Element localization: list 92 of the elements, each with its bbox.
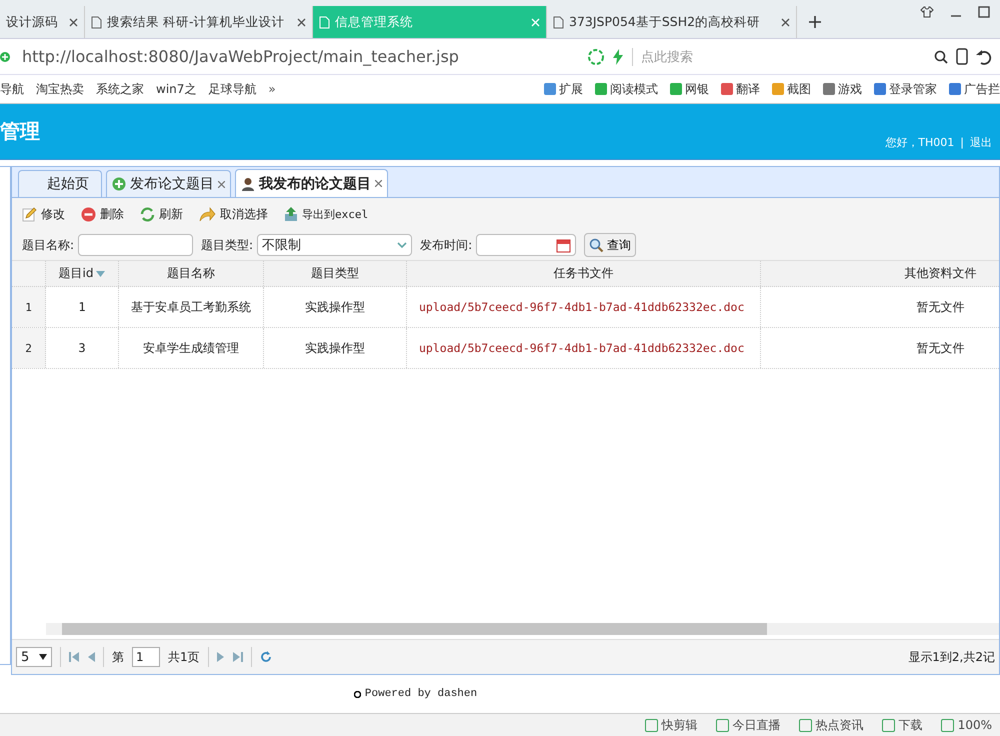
page-tab[interactable]: 发布论文题目 [106, 170, 231, 197]
export-icon [284, 206, 298, 222]
maximize-icon[interactable] [978, 6, 990, 18]
extension-button[interactable]: 截图 [772, 80, 811, 98]
field-label: 题目名称: [22, 236, 74, 254]
field-label: 发布时间: [420, 236, 472, 254]
table-cell: 实践操作型 [264, 287, 407, 327]
toolbar-button[interactable]: 修改 [22, 206, 65, 222]
query-button[interactable]: 查询 [584, 233, 636, 257]
page-total: 共1页 [168, 648, 200, 666]
table-cell: 安卓学生成绩管理 [119, 328, 264, 368]
minus-circle-icon [81, 206, 96, 222]
page-icon [319, 16, 330, 28]
user-icon [241, 176, 255, 190]
toolbar-button[interactable]: 删除 [81, 206, 124, 222]
greeting-text: 您好，TH001 [885, 135, 954, 150]
page-icon [91, 16, 102, 28]
extension-button[interactable]: 广告拦 [949, 80, 1000, 98]
horizontal-scrollbar[interactable] [46, 623, 999, 635]
table-cell: 3 [46, 328, 119, 368]
row-number: 2 [12, 328, 46, 368]
extension-button[interactable]: 扩展 [544, 80, 583, 98]
extension-button[interactable]: 翻译 [721, 80, 760, 98]
calendar-icon[interactable] [556, 238, 572, 252]
status-item[interactable]: 快剪辑 [644, 716, 698, 734]
extension-button[interactable]: 登录管家 [874, 80, 937, 98]
pencil-icon [22, 206, 37, 222]
field-label: 题目类型: [201, 236, 254, 254]
more-bookmarks-button[interactable]: » [268, 82, 276, 96]
undo-icon[interactable] [976, 48, 992, 64]
column-header[interactable]: 题目名称 [119, 261, 264, 286]
refresh-icon [140, 206, 155, 222]
footer-text: Powered by dashen [364, 688, 478, 700]
close-icon[interactable] [375, 180, 382, 187]
table-cell: 暂无文件 [761, 287, 1000, 327]
status-item[interactable]: 今日直播 [716, 716, 781, 734]
bookmark-link[interactable]: win7之 [156, 80, 196, 98]
close-icon[interactable] [297, 18, 306, 26]
dropdown-arrow-icon [39, 654, 47, 660]
column-header[interactable]: 题目id [46, 261, 119, 286]
page-tab[interactable]: 我发布的论文题目 [235, 169, 388, 197]
browser-tab[interactable]: 设计源码 [0, 6, 85, 38]
status-item[interactable]: 热点资讯 [798, 716, 864, 734]
new-tab-icon[interactable] [809, 16, 821, 28]
date-field[interactable] [476, 234, 576, 256]
copyright-icon [354, 690, 361, 698]
lightning-icon[interactable] [612, 48, 624, 64]
status-item[interactable]: 下载 [882, 716, 923, 734]
table-cell: 基于安卓员工考勤系统 [119, 287, 264, 327]
page-number-field[interactable]: 1 [132, 647, 160, 667]
file-link[interactable]: upload/5b7ceecd-96f7-4db1-b7ad-41ddb62332ec.doc [407, 328, 761, 368]
page-label: 第 [112, 648, 124, 666]
extension-button[interactable]: 网银 [670, 80, 709, 98]
column-header[interactable]: 题目类型 [264, 261, 407, 286]
browser-tab[interactable]: 373JSP054基于SSH2的高校科研 [547, 6, 797, 38]
bookmark-link[interactable]: 足球导航 [208, 80, 256, 98]
close-icon[interactable] [781, 18, 790, 26]
page-icon [553, 16, 564, 28]
page-info: 显示1到2,共2记 [908, 648, 995, 666]
input-field[interactable] [78, 234, 194, 256]
extension-button[interactable]: 游戏 [823, 80, 862, 98]
toolbar-button[interactable]: 导出到excel [284, 206, 368, 222]
phone-icon[interactable] [956, 48, 968, 65]
bookmark-link[interactable]: 系统之家 [96, 80, 144, 98]
row-number: 1 [12, 287, 46, 327]
close-icon[interactable] [69, 18, 78, 26]
magnifier-icon [589, 238, 604, 252]
toolbar-button[interactable]: 刷新 [140, 206, 183, 222]
extension-button[interactable]: 阅读模式 [595, 80, 658, 98]
table-cell: 暂无文件 [761, 328, 1000, 368]
search-icon[interactable] [934, 50, 948, 64]
type-dropdown[interactable]: 不限制 [257, 234, 412, 256]
refresh-icon[interactable] [260, 651, 272, 663]
table-cell: 实践操作型 [264, 328, 407, 368]
table-cell: 1 [46, 287, 119, 327]
column-header[interactable]: 任务书文件 [407, 261, 761, 286]
url-text[interactable]: http://localhost:8080/JavaWebProject/main_teacher.jsp [18, 47, 580, 66]
bookmark-link[interactable]: 导航 [0, 80, 24, 98]
column-header[interactable]: 其他资料文件 [761, 261, 1000, 286]
page-tab[interactable]: 起始页 [18, 170, 102, 197]
chevron-down-icon [397, 242, 408, 248]
app-title: 管理 [0, 118, 40, 145]
separator-text: | [960, 136, 964, 149]
close-icon[interactable] [218, 180, 225, 188]
bookmark-link[interactable]: 淘宝热卖 [36, 80, 84, 98]
curved-arrow-icon [199, 206, 216, 222]
page-size-dropdown[interactable]: 5 [16, 647, 52, 667]
shirt-icon[interactable] [920, 6, 934, 18]
status-item[interactable]: 100% [940, 718, 992, 732]
toolbar-button[interactable]: 取消选择 [199, 206, 268, 222]
file-link[interactable]: upload/5b7ceecd-96f7-4db1-b7ad-41ddb62332ec.doc [407, 287, 761, 327]
add-icon [112, 177, 126, 191]
